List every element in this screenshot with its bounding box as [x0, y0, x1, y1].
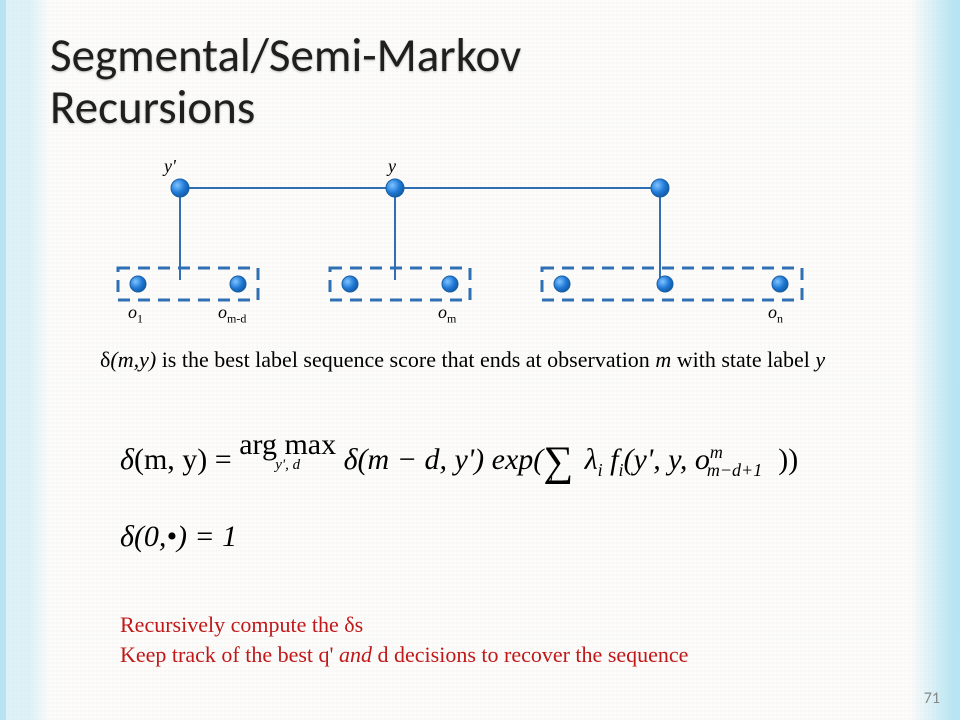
obs-label-on: on: [768, 302, 783, 327]
markov-diagram: y' y o1 om-d om on: [100, 170, 860, 330]
title-line-1: Segmental/Semi-Markov: [50, 26, 521, 84]
delta-recursion-equation: δ(m, y) = arg maxy', d δ(m − d, y') exp(…: [120, 430, 798, 481]
title-line-2: Recursions: [50, 78, 255, 136]
obs-label-o1: o1: [128, 302, 143, 327]
obs-label-om: om: [438, 302, 456, 327]
state-label-y-prime: y': [164, 156, 176, 177]
page-number: 71: [924, 689, 940, 708]
slide-title: Segmental/Semi-Markov Recursions: [50, 30, 521, 133]
recursive-note: Recursively compute the δs Keep track of…: [120, 610, 900, 669]
state-label-y: y: [388, 156, 396, 177]
obs-label-om-d: om-d: [218, 302, 246, 327]
delta-description: δ(m,y) is the best label sequence score …: [100, 345, 900, 375]
delta-base-case-equation: δ(0,•) = 1: [120, 520, 237, 554]
